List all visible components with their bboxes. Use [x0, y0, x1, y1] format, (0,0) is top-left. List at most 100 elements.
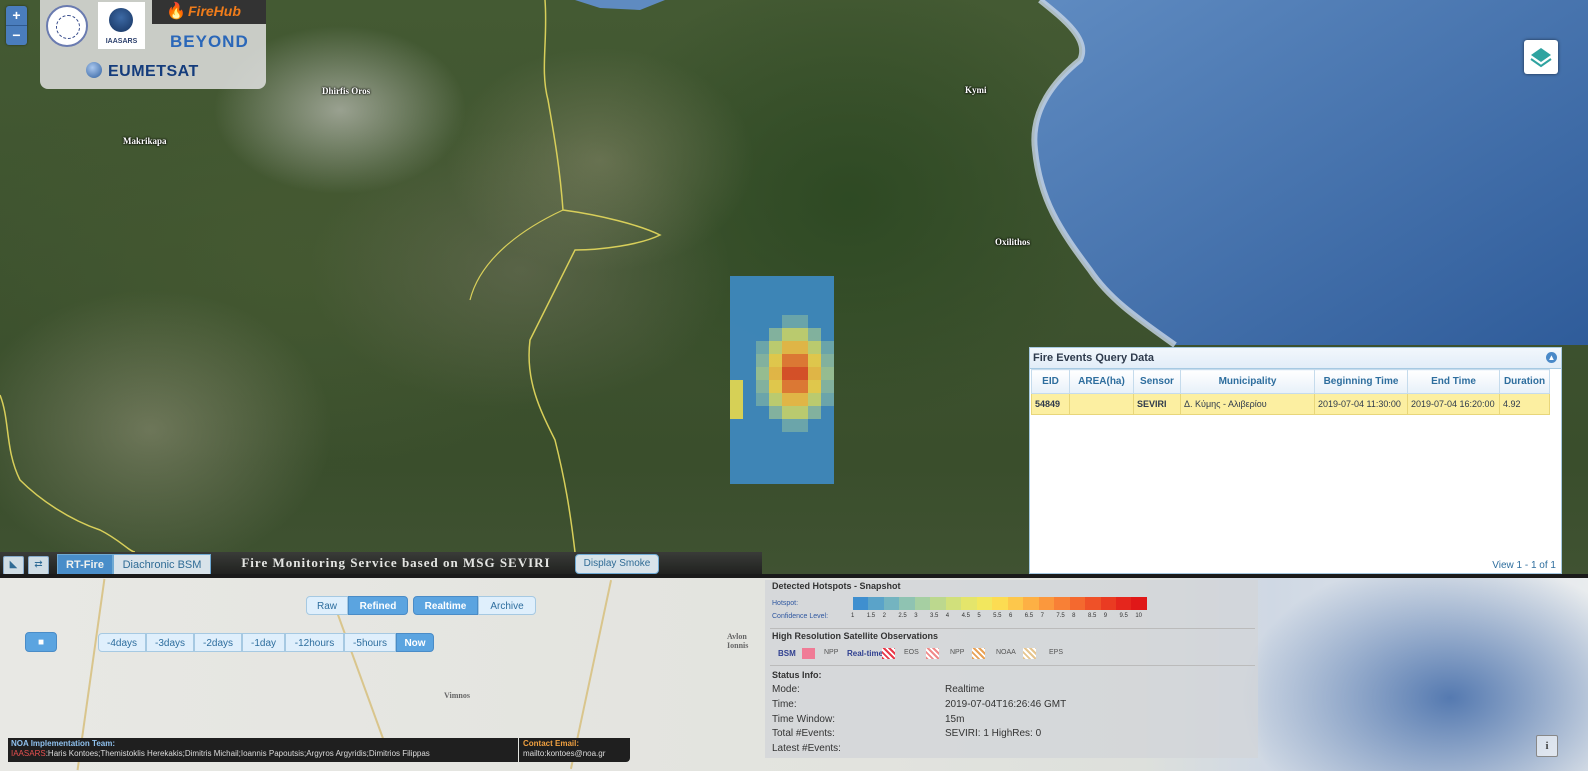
scale-swatch [1100, 597, 1116, 610]
heat-cell [821, 354, 834, 367]
total-events-label: Total #Events: [772, 728, 835, 739]
column-header[interactable]: End Time [1407, 369, 1500, 394]
heat-cell [769, 315, 782, 328]
heat-cell [808, 289, 821, 302]
tab-rt-fire[interactable]: RT-Fire [57, 554, 113, 576]
hires-title: High Resolution Satellite Observations [772, 631, 939, 641]
column-header[interactable]: AREA(ha) [1069, 369, 1134, 394]
minimize-icon[interactable]: ◣ [3, 556, 24, 575]
npp2-label: NPP [950, 649, 965, 656]
heat-cell [756, 341, 769, 354]
heat-cell [821, 458, 834, 471]
heat-cell [782, 315, 795, 328]
heat-cell [782, 380, 795, 393]
heat-cell [808, 367, 821, 380]
tab-diachronic-bsm[interactable]: Diachronic BSM [113, 554, 211, 576]
scale-swatch [1069, 597, 1086, 610]
heat-cell [808, 341, 821, 354]
heat-cell [756, 354, 769, 367]
place-label: Oxilithos [995, 237, 1031, 247]
heat-cell [769, 432, 782, 445]
zoom-control: + − [6, 6, 27, 45]
display-smoke-button[interactable]: Display Smoke [575, 554, 659, 574]
noaa-label: NOAA [996, 649, 1016, 656]
scale-swatch [883, 597, 900, 610]
hotspot-heatmap[interactable] [730, 276, 834, 484]
scale-swatch [1038, 597, 1055, 610]
heat-cell [743, 367, 756, 380]
scale-swatch [868, 597, 884, 610]
heat-cell [808, 328, 821, 341]
table-row[interactable]: 54849 SEVIRI Δ. Κύμης - Αλιβερίου 2019-0… [1031, 393, 1550, 415]
layers-switcher-button[interactable] [1524, 40, 1558, 74]
heat-cell [769, 380, 782, 393]
heat-cell [756, 315, 769, 328]
heat-cell [821, 406, 834, 419]
heat-cell [782, 458, 795, 471]
time-minus-3days-button[interactable]: -3days [146, 633, 194, 652]
scale-swatch [961, 597, 977, 610]
scale-swatch [1085, 597, 1101, 610]
time-minus-1day-button[interactable]: -1day [242, 633, 285, 652]
contact-email-link[interactable]: mailto:kontoes@noa.gr [519, 749, 630, 758]
time-minus-5hours-button[interactable]: -5hours [344, 633, 396, 652]
heat-cell [756, 419, 769, 432]
heat-cell [730, 380, 743, 393]
column-header[interactable]: EID [1031, 369, 1070, 394]
confidence-levels: 1 1.5 2 2.5 3 3.5 4 4.5 5 5.5 6 6.5 7 7.5 8 8.5 9 9.5 10 [851, 613, 1151, 619]
heat-cell [795, 276, 808, 289]
heat-cell [769, 354, 782, 367]
heat-cell [821, 367, 834, 380]
scale-swatch [976, 597, 993, 610]
mode-archive-button[interactable]: Archive [478, 596, 536, 615]
mode-label: Mode: [772, 684, 800, 695]
mode-realtime-button[interactable]: Realtime [413, 596, 478, 615]
heat-cell [756, 432, 769, 445]
heat-cell [756, 367, 769, 380]
collapse-icon[interactable]: ▲ [1546, 352, 1557, 363]
column-header[interactable]: Duration [1499, 369, 1550, 394]
scale-swatch [914, 597, 931, 610]
swap-icon[interactable]: ⇄ [28, 556, 49, 575]
confidence-level-label: 3 [914, 613, 918, 619]
eps-label: EPS [1049, 649, 1064, 656]
stop-button[interactable]: ■ [25, 632, 57, 652]
heat-cell [730, 471, 743, 484]
mode-refined-button[interactable]: Refined [348, 596, 408, 615]
time-minus-4days-button[interactable]: -4days [98, 633, 146, 652]
scale-swatch [992, 597, 1008, 610]
heat-cell [795, 289, 808, 302]
heat-cell [795, 315, 808, 328]
fire-events-table: EID AREA(ha) Sensor Municipality Beginni… [1031, 369, 1550, 415]
zoom-in-button[interactable]: + [6, 6, 27, 26]
column-header[interactable]: Sensor [1133, 369, 1181, 394]
mode-raw-button[interactable]: Raw [306, 596, 348, 615]
info-button[interactable]: i [1536, 735, 1558, 757]
heat-cell [743, 419, 756, 432]
heat-cell [821, 393, 834, 406]
heat-cell [743, 315, 756, 328]
heat-cell [743, 458, 756, 471]
time-value: 2019-07-04T16:26:46 GMT [945, 699, 1067, 710]
heat-cell [821, 419, 834, 432]
place-label: Makrikapa [123, 136, 167, 146]
hotspots-title: Detected Hotspots - Snapshot [772, 581, 901, 591]
team-credits: NOA Implementation Team: IAASARS:Haris K… [8, 738, 518, 762]
latest-events-label: Latest #Events: [772, 743, 841, 754]
time-minus-12hours-button[interactable]: -12hours [285, 633, 344, 652]
heat-cell [769, 276, 782, 289]
zoom-out-button[interactable]: − [6, 26, 27, 45]
heat-cell [808, 432, 821, 445]
heat-cell [795, 341, 808, 354]
time-now-button[interactable]: Now [396, 633, 434, 652]
column-header[interactable]: Beginning Time [1314, 369, 1408, 394]
heat-cell [808, 406, 821, 419]
scale-swatch [1023, 597, 1039, 610]
heat-cell [756, 276, 769, 289]
heat-cell [795, 354, 808, 367]
heat-cell [821, 289, 834, 302]
cell-eid: 54849 [1031, 393, 1070, 415]
time-minus-2days-button[interactable]: -2days [194, 633, 242, 652]
column-header[interactable]: Municipality [1180, 369, 1315, 394]
team-members: :Haris Kontoes;Themistoklis Herekakis;Di… [45, 749, 430, 758]
